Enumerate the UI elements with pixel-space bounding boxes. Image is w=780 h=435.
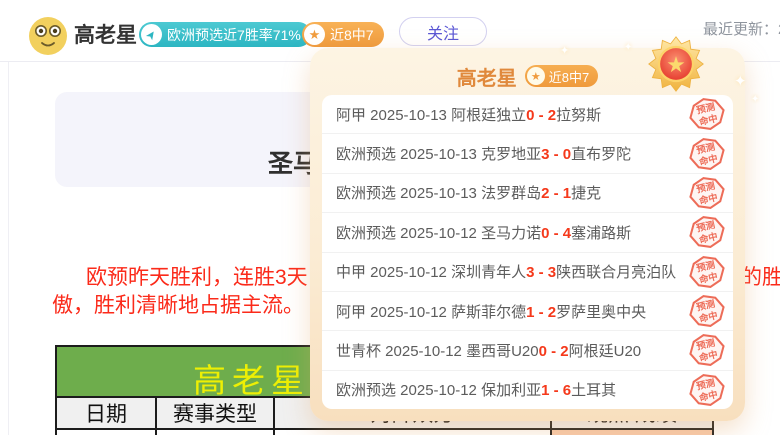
prediction-row: 欧洲预选 2025-10-13 克罗地亚3 - 0直布罗陀 预测命中 — [322, 134, 733, 173]
popup-hits-badge-label: 近8中7 — [549, 67, 589, 86]
last-update-text: 最近更新：2 — [703, 18, 780, 39]
prediction-row: 世青杯 2025-10-12 墨西哥U200 - 2阿根廷U20 预测命中 — [322, 331, 733, 370]
streak-badge-label: 欧洲预选近7胜率71% — [167, 25, 301, 45]
page: 高老星 ➤ 欧洲预选近7胜率71% ★ 近8中7 关注 最近更新：2 圣马 欧预… — [0, 0, 780, 435]
prediction-list: 阿甲 2025-10-13 阿根廷独立0 - 2拉努斯 预测命中 欧洲预选 20… — [322, 95, 733, 409]
sparkle-icon: ✦ — [624, 42, 632, 53]
sparkle-icon: ✦ — [560, 44, 569, 57]
prediction-text: 世青杯 2025-10-12 墨西哥U200 - 2阿根廷U20 — [336, 340, 641, 361]
up-arrow-icon: ➤ — [141, 24, 162, 45]
prediction-text: 欧洲预选 2025-10-12 圣马力诺0 - 4塞浦路斯 — [336, 222, 631, 243]
prediction-text: 中甲 2025-10-12 深圳青年人3 - 3陕西联合月亮泊队 — [336, 261, 676, 282]
prediction-hit-stamp-icon: 预测命中 — [685, 172, 730, 214]
summary-line1-tail: 的胜 — [741, 261, 780, 291]
content-left-border — [8, 62, 9, 435]
prediction-hit-stamp-icon: 预测命中 — [685, 369, 730, 409]
prediction-text: 阿甲 2025-10-12 萨斯菲尔德1 - 2罗萨里奥中央 — [336, 301, 646, 322]
gold-medal-icon: ★ — [647, 35, 705, 93]
prediction-hit-stamp-icon: 预测命中 — [685, 211, 730, 253]
popup-title: 高老星 — [457, 62, 517, 91]
prediction-row: 欧洲预选 2025-10-12 圣马力诺0 - 4塞浦路斯 预测命中 — [322, 213, 733, 252]
body-cell-league — [156, 429, 274, 435]
col-header-date: 日期 — [56, 397, 156, 429]
prediction-row: 中甲 2025-10-12 深圳青年人3 - 3陕西联合月亮泊队 预测命中 — [322, 253, 733, 292]
body-cell-date — [56, 429, 156, 435]
prediction-text: 欧洲预选 2025-10-13 法罗群岛2 - 1捷克 — [336, 182, 601, 203]
sparkle-icon: ✦ — [734, 72, 747, 90]
prediction-row: 阿甲 2025-10-13 阿根廷独立0 - 2拉努斯 预测命中 — [322, 95, 733, 134]
prediction-text: 阿甲 2025-10-13 阿根廷独立0 - 2拉努斯 — [336, 104, 601, 125]
prediction-hit-stamp-icon: 预测命中 — [685, 133, 730, 175]
body-cell-teams — [274, 429, 551, 435]
hits-badge-label: 近8中7 — [330, 25, 374, 45]
prediction-hit-stamp-icon: 预测命中 — [685, 290, 730, 332]
prediction-text: 欧洲预选 2025-10-13 克罗地亚3 - 0直布罗陀 — [336, 143, 631, 164]
avatar[interactable] — [28, 16, 68, 56]
streak-badge: ➤ 欧洲预选近7胜率71% — [139, 22, 311, 47]
follow-button[interactable]: 关注 — [399, 17, 487, 46]
star-icon: ★ — [304, 24, 325, 45]
prediction-row: 欧洲预选 2025-10-13 法罗群岛2 - 1捷克 预测命中 — [322, 174, 733, 213]
tipster-name: 高老星 — [74, 19, 137, 49]
prediction-row: 欧洲预选 2025-10-12 保加利亚1 - 6土耳其 预测命中 — [322, 371, 733, 409]
star-icon: ★ — [527, 67, 545, 85]
prediction-hit-stamp-icon: 预测命中 — [685, 251, 730, 293]
popup-hits-badge: ★ 近8中7 — [525, 65, 598, 87]
sparkle-icon: ✦ — [751, 94, 759, 105]
table-body-row — [56, 429, 713, 435]
prediction-text: 欧洲预选 2025-10-12 保加利亚1 - 6土耳其 — [336, 379, 616, 400]
summary-line2: 傲，胜利清晰地占据主流。 — [52, 289, 304, 319]
prediction-hit-stamp-icon: 预测命中 — [685, 330, 730, 372]
svg-text:★: ★ — [666, 52, 686, 77]
prediction-hit-stamp-icon: 预测命中 — [685, 95, 730, 135]
recent-record-popup: 高老星 ★ 近8中7 ★ ✦ ✦ ✦ ✦ — [310, 48, 745, 421]
prediction-row: 阿甲 2025-10-12 萨斯菲尔德1 - 2罗萨里奥中央 预测命中 — [322, 292, 733, 331]
hits-badge: ★ 近8中7 — [302, 22, 384, 47]
body-cell-points — [551, 429, 713, 435]
table-banner-title: 高老星 — [193, 354, 310, 402]
